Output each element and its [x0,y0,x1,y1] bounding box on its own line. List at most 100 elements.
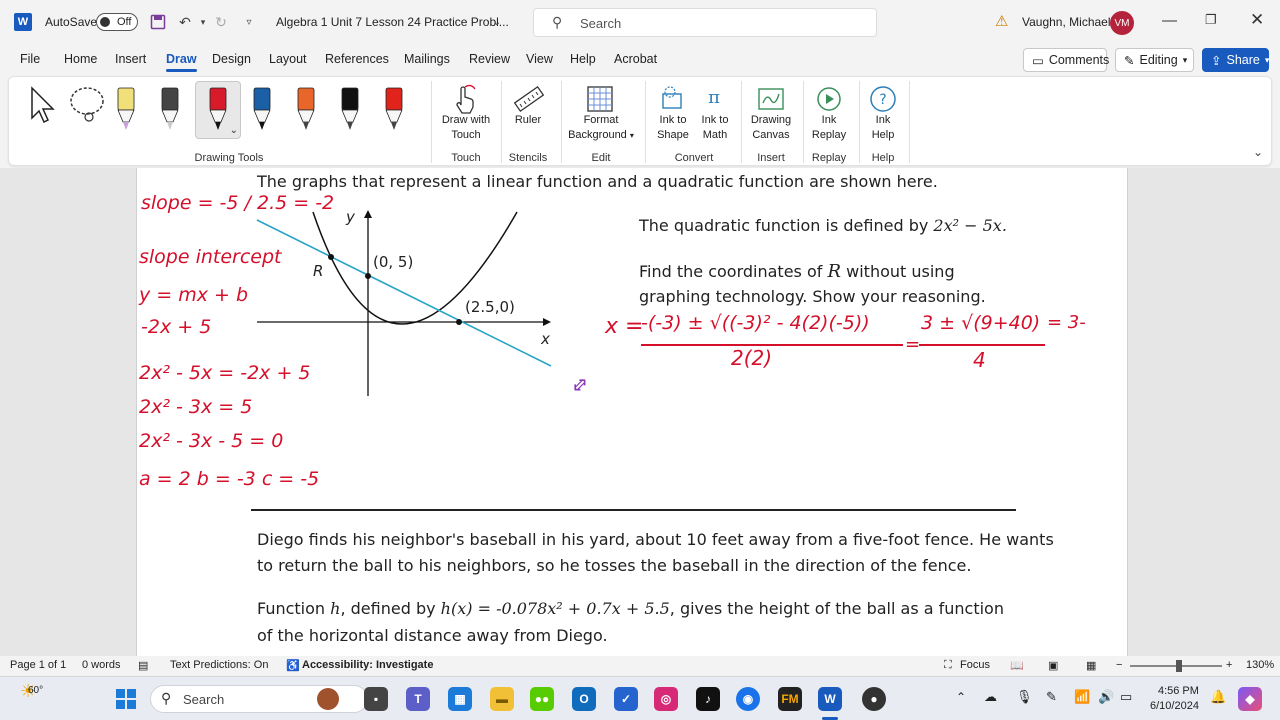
proofing-icon[interactable]: ▤ [138,659,148,672]
lasso-select-icon[interactable] [67,85,109,125]
tab-file[interactable]: File [20,52,40,66]
format-background-button[interactable]: Format Background ▾ [565,113,637,143]
wifi-icon[interactable]: 📶 [1074,689,1090,705]
ink-to-shape-icon[interactable] [657,83,687,115]
pen-blue-icon[interactable] [247,81,277,139]
tab-design[interactable]: Design [212,52,251,66]
word-taskbar-icon[interactable]: W [818,687,842,711]
pen-tray-icon[interactable]: ✎ [1046,689,1057,705]
outlook-icon[interactable]: O [572,687,596,711]
pen-red-icon[interactable]: ⌄ [195,81,241,139]
undo-dropdown-icon[interactable]: ▾ [194,13,212,31]
zoom-slider-thumb[interactable] [1176,660,1182,672]
tab-view[interactable]: View [526,52,553,66]
tab-home[interactable]: Home [64,52,97,66]
editing-button[interactable]: ✎ Editing ▾ [1115,48,1194,72]
print-layout-icon[interactable]: ▣ [1048,659,1058,672]
zoom-level[interactable]: 130% [1246,659,1274,671]
drawing-canvas-icon[interactable] [755,83,787,115]
notification-bell-icon[interactable]: 🔔 [1210,689,1226,705]
tab-review[interactable]: Review [469,52,510,66]
tab-insert[interactable]: Insert [115,52,146,66]
comments-button[interactable]: ▭ Comments [1023,48,1109,72]
duolingo-icon[interactable]: ●● [530,687,554,711]
format-background-icon[interactable] [583,83,617,115]
ink-quadratic-denominator: 2(2) [731,346,773,370]
pencil-gray-icon[interactable] [155,81,185,139]
tab-acrobat[interactable]: Acrobat [614,52,657,66]
ink-replay-button[interactable]: Ink Replay [809,113,849,143]
volume-icon[interactable]: 🔊 [1098,689,1114,705]
touch-hand-icon[interactable] [449,83,481,115]
document-title[interactable]: Algebra 1 Unit 7 Lesson 24 Practice Prob… [276,15,509,29]
windows-start-icon[interactable] [114,687,138,711]
taskbar-search[interactable]: ⚲ Search [150,685,368,713]
teams-icon[interactable]: T [406,687,430,711]
chrome-icon[interactable]: ◉ [736,687,760,711]
warning-icon[interactable]: ⚠ [995,12,1008,30]
draw-with-touch-button[interactable]: Draw with Touch [437,113,495,143]
ruler-button[interactable]: Ruler [505,113,551,128]
tab-mailings[interactable]: Mailings [404,52,450,66]
autosave-toggle[interactable]: Off [96,13,138,31]
tray-chevron-icon[interactable]: ⌃ [956,690,966,704]
page-count[interactable]: Page 1 of 1 [10,659,66,671]
clock[interactable]: 4:56 PM 6/10/2024 [1150,684,1199,714]
undo-icon[interactable]: ↶ [176,13,194,31]
customize-toolbar-icon[interactable]: ▿ [240,13,258,31]
close-icon[interactable]: ✕ [1250,10,1264,30]
ink-replay-icon[interactable] [813,83,845,115]
pen-orange-icon[interactable] [291,81,321,139]
microphone-icon[interactable]: 🎙 [1016,689,1033,705]
zoom-in-button[interactable]: + [1226,659,1232,671]
task-view-icon[interactable]: ▪ [364,687,388,711]
pen-red-2-icon[interactable] [379,81,409,139]
text-predictions[interactable]: Text Predictions: On [170,659,268,671]
document-page[interactable]: The graphs that represent a linear funct… [136,168,1128,656]
tiktok-icon[interactable]: ♪ [696,687,720,711]
web-layout-icon[interactable]: ▦ [1086,659,1096,672]
redo-icon[interactable]: ↻ [212,13,230,31]
tab-help[interactable]: Help [570,52,596,66]
word-count[interactable]: 0 words [82,659,121,671]
battery-icon[interactable]: ▭ [1120,689,1132,705]
highlighter-yellow-icon[interactable] [111,81,141,139]
accessibility-status[interactable]: Accessibility: Investigate [302,659,433,671]
ink-to-shape-button[interactable]: Ink to Shape [653,113,693,143]
focus-button[interactable]: Focus [960,659,990,671]
ink-quadratic-numerator: -(-3) ± √((-3)² - 4(2)(-5)) [641,312,870,334]
avatar[interactable]: VM [1110,11,1134,35]
pen-options-chevron-icon[interactable]: ⌄ [230,125,238,136]
read-mode-icon[interactable]: 📖 [1010,659,1024,672]
share-button[interactable]: ⇪ Share ▾ [1202,48,1269,72]
ribbon-collapse-chevron-icon[interactable]: ⌄ [1253,145,1263,159]
instagram-icon[interactable]: ◎ [654,687,678,711]
app-icon[interactable]: ● [862,687,886,711]
ink-help-button[interactable]: Ink Help [865,113,901,143]
drawing-canvas-button[interactable]: Drawing Canvas [745,113,797,143]
save-icon[interactable] [149,13,167,31]
file-explorer-icon[interactable]: ▬ [490,687,514,711]
ink-to-math-button[interactable]: Ink to Math [695,113,735,143]
resize-handle-icon[interactable]: ⇕ [565,371,595,401]
tab-layout[interactable]: Layout [269,52,307,66]
search-box[interactable]: ⚲ Search [533,8,877,37]
select-cursor-icon[interactable] [25,85,59,125]
ink-to-math-icon[interactable]: π [699,81,729,113]
copilot-icon[interactable]: ◆ [1238,687,1262,711]
tab-draw[interactable]: Draw [166,52,197,72]
user-name[interactable]: Vaughn, Michael [1022,15,1111,29]
restore-icon[interactable]: ❐ [1205,12,1217,28]
zoom-out-button[interactable]: − [1116,659,1122,671]
pen-black-icon[interactable] [335,81,365,139]
store-icon[interactable]: ▦ [448,687,472,711]
onedrive-icon[interactable]: ☁ [984,689,997,705]
title-dropdown-icon[interactable]: ⌄ [488,13,506,31]
minimize-icon[interactable]: — [1162,12,1177,29]
todo-icon[interactable]: ✓ [614,687,638,711]
fm-app-icon[interactable]: FM [778,687,802,711]
tab-references[interactable]: References [325,52,389,66]
ruler-icon[interactable] [511,83,545,115]
group-touch: Touch [451,152,481,164]
ink-help-icon[interactable]: ? [867,83,899,115]
